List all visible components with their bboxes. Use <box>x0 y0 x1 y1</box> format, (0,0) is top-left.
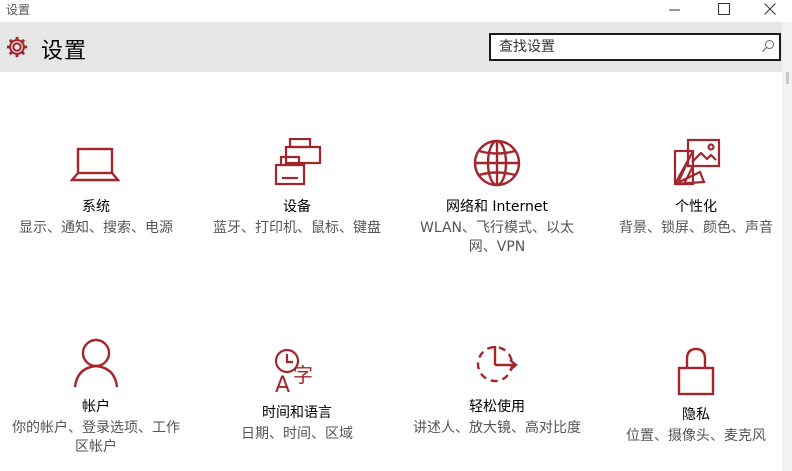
tile-accounts[interactable]: 帐户 你的帐户、登录选项、工作区帐户 <box>6 338 186 457</box>
tile-time-language-title: 时间和语言 <box>262 405 332 421</box>
scrollbar-thumb[interactable] <box>786 72 789 84</box>
tile-privacy-title: 隐私 <box>682 407 710 423</box>
tile-accounts-title: 帐户 <box>82 399 110 415</box>
tile-ease-of-access-title: 轻松使用 <box>469 399 525 415</box>
title-bar: 设置 <box>0 0 792 22</box>
globe-icon <box>473 139 521 187</box>
tile-privacy-desc: 位置、摄像头、麦克风 <box>626 428 766 444</box>
tile-personalization-title: 个性化 <box>675 199 717 215</box>
person-icon <box>73 338 119 388</box>
tile-time-language[interactable]: A 字 时间和语言 日期、时间、区域 <box>207 348 387 444</box>
devices-icon <box>274 138 322 186</box>
tile-network-title: 网络和 Internet <box>445 199 549 215</box>
tile-system-desc: 显示、通知、搜索、电源 <box>19 220 173 236</box>
tile-ease-of-access[interactable]: 轻松使用 讲述人、放大镜、高对比度 <box>407 338 587 438</box>
search-box[interactable] <box>489 33 781 61</box>
lock-icon <box>677 347 715 396</box>
tile-network-desc: WLAN、飞行模式、以太网、VPN <box>419 220 574 255</box>
ease-of-access-icon <box>476 345 518 383</box>
settings-header: 设置 <box>0 22 782 72</box>
tile-personalization-desc: 背景、锁屏、颜色、声音 <box>619 220 773 236</box>
maximize-button[interactable] <box>702 0 746 18</box>
personalization-icon <box>673 138 721 186</box>
minimize-button[interactable] <box>653 0 697 18</box>
tile-accounts-desc: 你的帐户、登录选项、工作区帐户 <box>12 420 180 455</box>
tile-privacy[interactable]: 隐私 位置、摄像头、麦克风 <box>606 346 786 446</box>
laptop-icon <box>70 147 121 182</box>
tile-ease-of-access-desc: 讲述人、放大镜、高对比度 <box>413 420 581 436</box>
tile-time-language-desc: 日期、时间、区域 <box>241 426 353 442</box>
tile-network[interactable]: 网络和 Internet WLAN、飞行模式、以太网、VPN <box>407 138 587 257</box>
close-icon <box>764 3 776 15</box>
tile-devices-title: 设备 <box>283 199 311 215</box>
search-icon[interactable] <box>761 39 775 53</box>
tile-personalization[interactable]: 个性化 背景、锁屏、颜色、声音 <box>606 138 786 238</box>
time-language-icon: A 字 <box>274 348 313 394</box>
minimize-icon <box>669 9 680 11</box>
search-input[interactable] <box>499 37 749 57</box>
tile-system[interactable]: 系统 显示、通知、搜索、电源 <box>6 138 186 238</box>
tile-devices[interactable]: 设备 蓝牙、打印机、鼠标、键盘 <box>207 138 387 238</box>
window-title: 设置 <box>6 3 31 17</box>
gear-icon <box>6 36 28 58</box>
svg-text:字: 字 <box>293 363 313 387</box>
tile-system-title: 系统 <box>82 199 110 215</box>
close-button[interactable] <box>748 0 792 18</box>
svg-text:A: A <box>275 373 290 394</box>
tile-devices-desc: 蓝牙、打印机、鼠标、键盘 <box>213 220 381 236</box>
page-title: 设置 <box>41 39 88 64</box>
maximize-icon <box>718 3 730 15</box>
